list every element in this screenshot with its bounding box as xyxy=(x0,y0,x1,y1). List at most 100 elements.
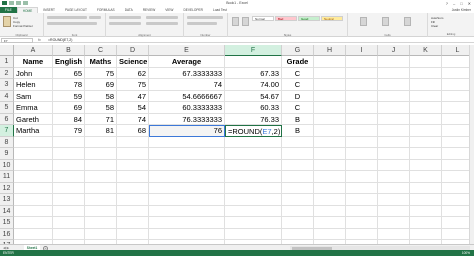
name-cell[interactable]: Emma xyxy=(14,102,53,114)
header-cell[interactable]: Grade xyxy=(282,56,314,68)
row-header[interactable]: 4 xyxy=(0,90,14,102)
grade-cell[interactable]: C xyxy=(282,67,314,79)
score-cell[interactable]: 78 xyxy=(53,79,85,91)
cell[interactable] xyxy=(282,136,314,148)
active-edit-cell[interactable]: =ROUND(E7,2) xyxy=(225,125,282,137)
average-cell[interactable]: 76 xyxy=(149,125,225,137)
cell[interactable] xyxy=(225,205,282,217)
name-cell[interactable]: Helen xyxy=(14,79,53,91)
score-cell[interactable]: 75 xyxy=(117,79,149,91)
row-header[interactable]: 1 xyxy=(0,56,14,68)
font-name-select[interactable] xyxy=(47,16,87,19)
score-cell[interactable]: 65 xyxy=(53,67,85,79)
help-icon[interactable]: ? xyxy=(446,1,448,6)
delete-cells-icon[interactable] xyxy=(382,17,389,26)
cell[interactable] xyxy=(346,90,378,102)
cell[interactable] xyxy=(346,217,378,229)
average-cell[interactable]: 67.3333333 xyxy=(149,67,225,79)
cell[interactable] xyxy=(378,102,410,114)
maximize-icon[interactable]: □ xyxy=(460,1,462,6)
column-header[interactable]: B xyxy=(53,45,85,56)
score-cell[interactable]: 68 xyxy=(117,125,149,137)
fx-icon[interactable]: fx xyxy=(38,37,41,43)
cell[interactable] xyxy=(410,102,442,114)
cell[interactable] xyxy=(314,136,346,148)
column-header[interactable]: G xyxy=(282,45,314,56)
cell[interactable] xyxy=(314,90,346,102)
score-cell[interactable]: 71 xyxy=(85,113,117,125)
cell[interactable] xyxy=(314,159,346,171)
cell[interactable] xyxy=(225,159,282,171)
grade-cell[interactable]: C xyxy=(282,102,314,114)
row-header[interactable]: 13 xyxy=(0,194,14,206)
cell[interactable] xyxy=(85,217,117,229)
grade-cell[interactable]: B xyxy=(282,113,314,125)
cell[interactable] xyxy=(117,194,149,206)
cell[interactable] xyxy=(378,171,410,183)
score-cell[interactable]: 84 xyxy=(53,113,85,125)
vertical-align-buttons[interactable] xyxy=(109,16,141,19)
name-cell[interactable]: John xyxy=(14,67,53,79)
cell[interactable] xyxy=(314,194,346,206)
column-header[interactable]: C xyxy=(85,45,117,56)
cell[interactable] xyxy=(378,113,410,125)
cell[interactable] xyxy=(378,205,410,217)
style-neutral[interactable]: Neutral xyxy=(321,16,343,21)
row-header[interactable]: 7 xyxy=(0,125,14,137)
cell[interactable] xyxy=(410,182,442,194)
format-as-table-icon[interactable] xyxy=(242,17,249,26)
row-header[interactable]: 12 xyxy=(0,182,14,194)
score-cell[interactable]: 58 xyxy=(85,90,117,102)
cell[interactable] xyxy=(117,205,149,217)
cell[interactable] xyxy=(314,171,346,183)
cell[interactable] xyxy=(378,67,410,79)
row-header[interactable]: 2 xyxy=(0,67,14,79)
cell[interactable] xyxy=(117,228,149,240)
cell[interactable] xyxy=(378,148,410,160)
cell[interactable] xyxy=(14,159,53,171)
name-cell[interactable]: Martha xyxy=(14,125,53,137)
rounded-cell[interactable]: 54.67 xyxy=(225,90,282,102)
cell[interactable] xyxy=(378,228,410,240)
cell[interactable] xyxy=(117,182,149,194)
conditional-formatting-icon[interactable] xyxy=(232,17,239,26)
cell[interactable] xyxy=(314,182,346,194)
column-header[interactable]: A xyxy=(14,45,53,56)
cell[interactable] xyxy=(314,125,346,137)
cell[interactable] xyxy=(346,194,378,206)
average-cell[interactable]: 54.6666667 xyxy=(149,90,225,102)
score-cell[interactable]: 59 xyxy=(53,90,85,102)
cell[interactable] xyxy=(410,205,442,217)
column-header[interactable]: J xyxy=(378,45,410,56)
row-header[interactable]: 6 xyxy=(0,113,14,125)
cell[interactable] xyxy=(410,217,442,229)
rounded-cell[interactable]: 60.33 xyxy=(225,102,282,114)
cell[interactable] xyxy=(314,113,346,125)
header-cell[interactable]: Name xyxy=(14,56,53,68)
cell[interactable] xyxy=(314,67,346,79)
font-format-buttons[interactable] xyxy=(47,22,97,25)
row-header[interactable]: 3 xyxy=(0,79,14,91)
cell[interactable] xyxy=(410,113,442,125)
cell[interactable] xyxy=(14,194,53,206)
cell[interactable] xyxy=(225,194,282,206)
cell[interactable] xyxy=(53,182,85,194)
cell[interactable] xyxy=(282,205,314,217)
cell[interactable] xyxy=(410,125,442,137)
cell[interactable] xyxy=(378,79,410,91)
score-cell[interactable]: 69 xyxy=(53,102,85,114)
row-header[interactable]: 14 xyxy=(0,205,14,217)
cell[interactable] xyxy=(314,148,346,160)
cell[interactable] xyxy=(282,148,314,160)
score-cell[interactable]: 69 xyxy=(85,79,117,91)
row-header[interactable]: 15 xyxy=(0,217,14,229)
font-size-select[interactable] xyxy=(89,16,101,19)
row-header[interactable]: 16 xyxy=(0,228,14,240)
cell[interactable] xyxy=(378,182,410,194)
cell[interactable] xyxy=(117,159,149,171)
cell[interactable] xyxy=(346,79,378,91)
cell[interactable] xyxy=(282,182,314,194)
cell[interactable] xyxy=(410,148,442,160)
cell[interactable] xyxy=(314,228,346,240)
vertical-scrollbar[interactable] xyxy=(469,45,474,244)
